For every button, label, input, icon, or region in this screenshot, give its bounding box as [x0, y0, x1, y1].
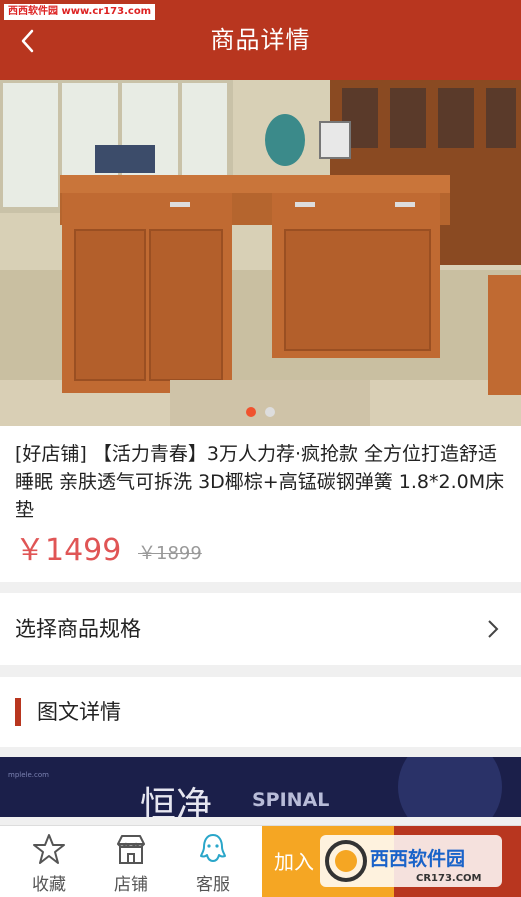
- store-label: 店铺: [114, 875, 148, 895]
- customer-service-icon: [200, 834, 226, 862]
- watermark-brand: 西西软件园: [370, 847, 465, 870]
- chevron-right-icon: [488, 620, 499, 638]
- image-pager: [0, 402, 521, 417]
- product-title: [好店铺] 【活力青春】3万人力荐·疯抢款 全方位打造舒适睡眠 亲肤透气可拆洗 …: [15, 443, 505, 521]
- detail-section-header: 图文详情: [0, 677, 521, 747]
- watermark-top: 西西软件园 www.cr173.com: [4, 4, 156, 20]
- watermark-logo: 西西软件园 CR173.COM: [320, 835, 502, 887]
- app-root: 西西软件园 www.cr173.com 商品详情 [好店铺] 【活力青春】3万人…: [0, 0, 521, 897]
- product-price: ￥1499: [15, 533, 122, 568]
- header-bar: 西西软件园 www.cr173.com 商品详情: [0, 0, 521, 80]
- favorite-tab[interactable]: 收藏: [8, 826, 90, 897]
- banner-main-text: 恒净: [140, 785, 212, 817]
- banner-spinal-text: SPINAL: [252, 789, 329, 811]
- customer-service-label: 客服: [196, 875, 230, 895]
- detail-banner-image: mplele.com 恒净 SPINAL: [0, 757, 521, 817]
- product-image[interactable]: [0, 80, 521, 426]
- banner-small-text: mplele.com: [8, 771, 49, 779]
- select-spec-label: 选择商品规格: [15, 617, 141, 641]
- page-title: 商品详情: [210, 26, 311, 54]
- add-to-cart-label: 加入: [274, 850, 314, 874]
- store-icon: [117, 835, 145, 864]
- watermark-url: CR173.COM: [416, 873, 482, 884]
- pager-dot[interactable]: [265, 407, 276, 417]
- customer-service-tab[interactable]: 客服: [172, 826, 254, 897]
- section-accent-bar: [15, 698, 21, 726]
- store-tab[interactable]: 店铺: [90, 826, 172, 897]
- product-info: [好店铺] 【活力青春】3万人力荐·疯抢款 全方位打造舒适睡眠 亲肤透气可拆洗 …: [0, 426, 521, 582]
- detail-section-title: 图文详情: [37, 700, 121, 724]
- pager-dot-active[interactable]: [245, 407, 256, 417]
- select-spec-row[interactable]: 选择商品规格: [0, 593, 521, 665]
- original-price: ￥1899: [138, 543, 202, 564]
- favorite-label: 收藏: [32, 875, 66, 895]
- star-icon: [33, 834, 65, 864]
